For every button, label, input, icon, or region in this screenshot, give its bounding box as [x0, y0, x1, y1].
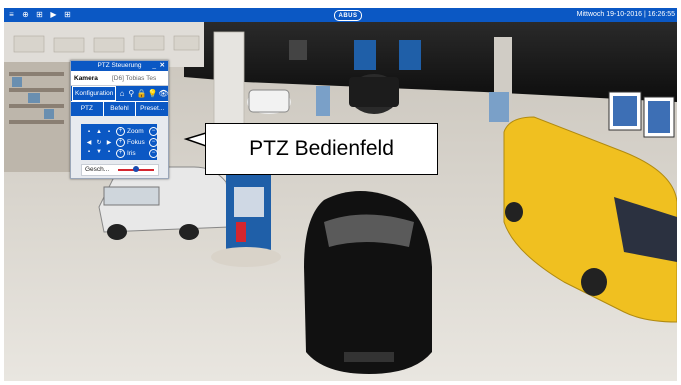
speed-label: Gesch...	[85, 166, 110, 173]
zoom-in-button[interactable]: +	[116, 126, 125, 136]
focus-row: + Fokus −	[116, 137, 158, 147]
iris-label: Iris	[127, 149, 136, 157]
pan-up-left-button[interactable]: ▪	[84, 127, 94, 137]
eye-icon[interactable]: 👁	[158, 89, 168, 99]
ptz-panel-title: PTZ Steuerung	[97, 62, 142, 69]
playback-icon[interactable]: ▶	[49, 10, 58, 19]
pan-down-left-button[interactable]: ▪	[84, 147, 94, 157]
pan-down-button[interactable]: ▼	[94, 147, 104, 157]
pan-left-button[interactable]: ◀	[84, 137, 94, 147]
ptz-control-panel: PTZ Steuerung _ ✕ Kamera [D6] Tobias Tes…	[70, 60, 169, 179]
zoom-row: + Zoom −	[116, 126, 158, 136]
zoom-out-button[interactable]: −	[149, 126, 158, 136]
globe-icon[interactable]: ⊕	[21, 10, 30, 19]
list-icon[interactable]: ⊞	[35, 10, 44, 19]
pan-up-right-button[interactable]: ▪	[104, 127, 114, 137]
speed-slider-thumb[interactable]	[133, 166, 139, 172]
camera-label: Kamera	[74, 74, 98, 82]
iris-row: + Iris −	[116, 148, 158, 158]
iris-open-button[interactable]: +	[116, 148, 125, 158]
ptz-panel-titlebar: PTZ Steuerung _ ✕	[71, 61, 168, 71]
camera-select[interactable]: [D6] Tobias Tes	[112, 75, 156, 82]
grid-icon[interactable]: ⊞	[63, 10, 72, 19]
menu-icon[interactable]: ≡	[7, 10, 16, 19]
abus-logo: ABUS	[334, 10, 362, 21]
close-button[interactable]: ✕	[160, 61, 165, 71]
search-icon[interactable]: ⚲	[128, 89, 135, 99]
focus-in-button[interactable]: +	[116, 137, 125, 147]
tab-ptz[interactable]: PTZ	[71, 102, 104, 116]
pan-right-button[interactable]: ▶	[104, 137, 114, 147]
pan-down-right-button[interactable]: ▪	[104, 147, 114, 157]
direction-pad: ▪ ▲ ▪ ◀ ↻ ▶ ▪ ▼ ▪	[84, 127, 114, 157]
lock-icon[interactable]: 🔒	[137, 89, 147, 99]
bulb-icon[interactable]: 💡	[148, 89, 158, 99]
tab-preset[interactable]: Preset...	[136, 102, 168, 116]
zoom-label: Zoom	[127, 127, 144, 135]
tab-befehl[interactable]: Befehl	[104, 102, 137, 116]
ptz-controls: ▪ ▲ ▪ ◀ ↻ ▶ ▪ ▼ ▪ + Zoom − + Fokus − + I…	[81, 124, 158, 160]
pan-up-button[interactable]: ▲	[94, 127, 104, 137]
top-toolbar: ≡ ⊕ ⊞ ▶ ⊞ ABUS Mittwoch 19-10-2016 | 16:…	[4, 8, 677, 22]
ptz-tabs: PTZ Befehl Preset...	[71, 101, 168, 116]
iris-close-button[interactable]: −	[149, 148, 158, 158]
focus-label: Fokus	[127, 138, 145, 146]
home-icon[interactable]: ⌂	[118, 89, 125, 99]
minimize-button[interactable]: _	[152, 61, 156, 71]
speed-row: Gesch...	[81, 164, 159, 176]
config-button[interactable]: Konfiguration	[72, 86, 117, 101]
config-row: Konfiguration ⌂ ⚲ 🔒 💡 👁	[71, 86, 169, 101]
auto-pan-button[interactable]: ↻	[94, 137, 104, 147]
callout-label: PTZ Bedienfeld	[205, 123, 438, 175]
focus-out-button[interactable]: −	[149, 137, 158, 147]
datetime-display: Mittwoch 19-10-2016 | 16:26:55	[576, 11, 675, 18]
camera-row: Kamera [D6] Tobias Tes	[71, 71, 168, 86]
